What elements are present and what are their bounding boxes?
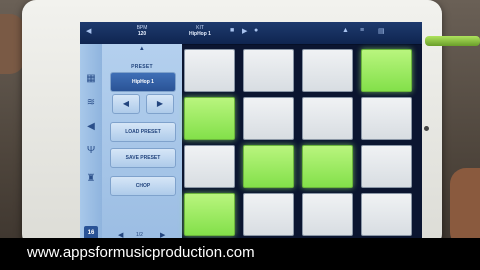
- drum-pad[interactable]: [361, 97, 412, 140]
- chop-button[interactable]: CHOP: [110, 176, 176, 196]
- pad-grid: [184, 49, 420, 241]
- drum-pad[interactable]: [302, 193, 353, 236]
- home-button: [424, 126, 429, 131]
- drum-pad[interactable]: [184, 97, 235, 140]
- waveform-icon[interactable]: ≋: [84, 96, 98, 110]
- prev-preset-button[interactable]: ◀: [112, 94, 140, 114]
- keyboard-icon[interactable]: ▦: [84, 72, 98, 86]
- drum-pad[interactable]: [361, 145, 412, 188]
- sidebar: ▦ ≋ ◀ Ψ ♜ 16: [80, 44, 102, 244]
- audio-cable: [425, 36, 480, 46]
- load-preset-button[interactable]: LOAD PRESET: [110, 122, 176, 142]
- play-icon[interactable]: ▶: [242, 27, 247, 35]
- drum-pad[interactable]: [361, 49, 412, 92]
- tempo-value: 120: [137, 31, 147, 37]
- stop-icon[interactable]: ■: [230, 27, 234, 34]
- right-hand: [450, 168, 480, 248]
- drum-pad[interactable]: [243, 193, 294, 236]
- app-screen: ◀ BPM 120 KIT HipHop 1 ■ ▶ ● ▲ ≡ ▤ ▦ ≋ ◀…: [80, 22, 422, 244]
- preset-panel: ▲ PRESET HipHop 1 ◀ ▶ LOAD PRESET SAVE P…: [102, 44, 182, 244]
- save-preset-button[interactable]: SAVE PRESET: [110, 148, 176, 168]
- tempo-display[interactable]: BPM 120: [122, 25, 162, 37]
- drum-pad[interactable]: [302, 145, 353, 188]
- metronome-icon[interactable]: ▲: [342, 27, 349, 34]
- stamp-icon[interactable]: ♜: [84, 172, 98, 186]
- drum-pad[interactable]: [302, 97, 353, 140]
- drum-pad[interactable]: [184, 49, 235, 92]
- drum-pad[interactable]: [302, 49, 353, 92]
- back-icon[interactable]: ◀: [86, 27, 91, 35]
- website-caption: www.appsformusicproduction.com: [0, 238, 480, 270]
- settings-icon[interactable]: ≡: [360, 27, 364, 34]
- drum-pad[interactable]: [243, 145, 294, 188]
- drum-pad[interactable]: [243, 97, 294, 140]
- top-toolbar: ◀ BPM 120 KIT HipHop 1 ■ ▶ ● ▲ ≡ ▤: [80, 22, 422, 45]
- drum-pad[interactable]: [361, 193, 412, 236]
- drum-pad[interactable]: [184, 145, 235, 188]
- left-hand: [0, 14, 24, 74]
- fork-icon[interactable]: Ψ: [84, 144, 98, 158]
- drum-pad[interactable]: [184, 193, 235, 236]
- next-preset-button[interactable]: ▶: [146, 94, 174, 114]
- preset-label: PRESET: [131, 64, 153, 70]
- speaker-icon[interactable]: ◀: [84, 120, 98, 134]
- kit-value: HipHop 1: [189, 31, 211, 37]
- kit-display[interactable]: KIT HipHop 1: [176, 25, 224, 37]
- menu-icon[interactable]: ▤: [378, 27, 385, 35]
- collapse-icon[interactable]: ▲: [102, 46, 182, 52]
- record-icon[interactable]: ●: [254, 27, 258, 34]
- preset-name[interactable]: HipHop 1: [110, 72, 176, 92]
- drum-pad[interactable]: [243, 49, 294, 92]
